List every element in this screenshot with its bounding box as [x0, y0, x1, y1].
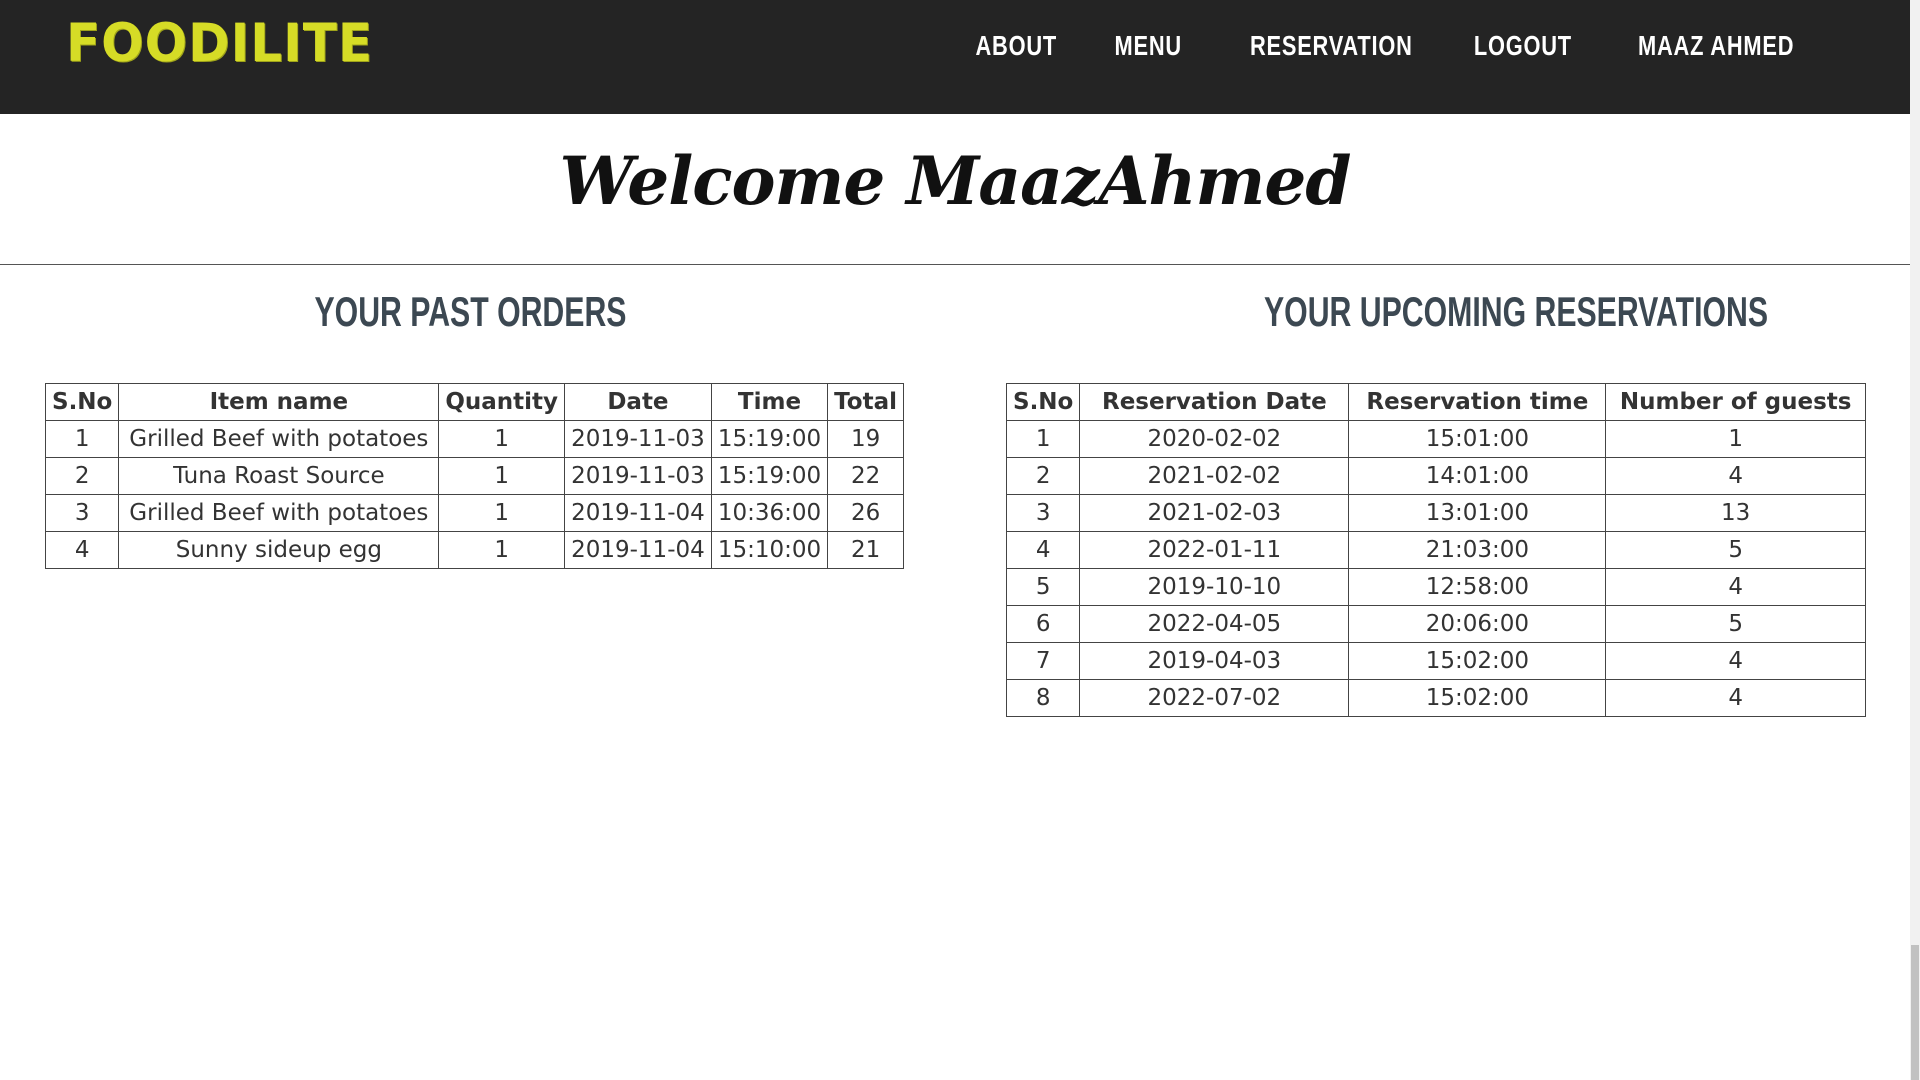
- top-navbar: FOODILITE ABOUT MENU RESERVATION LOGOUT …: [0, 0, 1910, 114]
- column-header: S.No: [44, 383, 120, 421]
- table-cell: 8: [1005, 679, 1081, 717]
- table-cell: 3: [44, 494, 120, 532]
- table-cell: 4: [1005, 531, 1081, 569]
- column-header: Quantity: [438, 383, 566, 421]
- page: FOODILITE ABOUT MENU RESERVATION LOGOUT …: [0, 0, 1920, 1080]
- table-cell: 1: [438, 531, 566, 569]
- table-cell: 15:02:00: [1348, 679, 1607, 717]
- table-cell: 14:01:00: [1348, 457, 1607, 495]
- table-row: 1 2020-02-02 15:01:00 1: [1005, 420, 1866, 458]
- table-cell: 15:10:00: [710, 531, 829, 569]
- nav-menu: ABOUT MENU RESERVATION LOGOUT MAAZ AHMED: [956, 0, 1816, 92]
- table-cell: 2021-02-03: [1079, 494, 1350, 532]
- nav-about-link[interactable]: ABOUT: [976, 30, 1058, 62]
- table-cell: 2020-02-02: [1079, 420, 1350, 458]
- scrollbar-thumb[interactable]: [1911, 945, 1919, 1080]
- column-header: Number of guests: [1605, 383, 1866, 421]
- past-orders-title: YOUR PAST ORDERS: [314, 288, 627, 335]
- table-row: 2 2021-02-02 14:01:00 4: [1005, 457, 1866, 495]
- table-row: 7 2019-04-03 15:02:00 4: [1005, 642, 1866, 680]
- column-header: Time: [710, 383, 829, 421]
- table-cell: 13:01:00: [1348, 494, 1607, 532]
- table-cell: 4: [1605, 642, 1866, 680]
- table-cell: 15:02:00: [1348, 642, 1607, 680]
- table-cell: 6: [1005, 605, 1081, 643]
- vertical-scrollbar[interactable]: [1910, 0, 1920, 1080]
- table-cell: 2019-11-04: [564, 531, 712, 569]
- column-header: S.No: [1005, 383, 1081, 421]
- table-cell: 2019-11-03: [564, 457, 712, 495]
- welcome-heading: Welcome MaazAhmed: [559, 142, 1351, 220]
- table-cell: 2022-01-11: [1079, 531, 1350, 569]
- table-row: 3 Grilled Beef with potatoes 1 2019-11-0…: [44, 494, 904, 532]
- table-cell: Sunny sideup egg: [118, 531, 440, 569]
- table-cell: Grilled Beef with potatoes: [118, 420, 440, 458]
- column-header: Total: [827, 383, 904, 421]
- column-header: Item name: [118, 383, 440, 421]
- table-cell: 4: [1605, 679, 1866, 717]
- past-orders-table: S.No Item name Quantity Date Time Total …: [44, 383, 904, 569]
- table-row: 1 Grilled Beef with potatoes 1 2019-11-0…: [44, 420, 904, 458]
- table-row: 6 2022-04-05 20:06:00 5: [1005, 605, 1866, 643]
- table-row: 5 2019-10-10 12:58:00 4: [1005, 568, 1866, 606]
- column-header: Reservation Date: [1079, 383, 1350, 421]
- table-cell: 1: [1005, 420, 1081, 458]
- table-cell: 5: [1605, 531, 1866, 569]
- table-cell: 20:06:00: [1348, 605, 1607, 643]
- table-header-row: S.No Reservation Date Reservation time N…: [1005, 383, 1866, 421]
- table-cell: 5: [1005, 568, 1081, 606]
- table-cell: 1: [1605, 420, 1866, 458]
- table-cell: 22: [827, 457, 904, 495]
- table-row: 2 Tuna Roast Source 1 2019-11-03 15:19:0…: [44, 457, 904, 495]
- table-cell: 2: [1005, 457, 1081, 495]
- table-cell: 10:36:00: [710, 494, 829, 532]
- column-header: Date: [564, 383, 712, 421]
- table-cell: 1: [438, 494, 566, 532]
- table-cell: 2021-02-02: [1079, 457, 1350, 495]
- table-row: 4 2022-01-11 21:03:00 5: [1005, 531, 1866, 569]
- table-cell: 2019-10-10: [1079, 568, 1350, 606]
- table-cell: 15:19:00: [710, 420, 829, 458]
- nav-logout-link[interactable]: LOGOUT: [1474, 30, 1572, 62]
- table-cell: 1: [44, 420, 120, 458]
- table-cell: 19: [827, 420, 904, 458]
- table-cell: 2019-04-03: [1079, 642, 1350, 680]
- table-cell: 1: [438, 457, 566, 495]
- table-cell: 7: [1005, 642, 1081, 680]
- table-cell: Tuna Roast Source: [118, 457, 440, 495]
- nav-menu-link[interactable]: MENU: [1114, 30, 1181, 62]
- table-row: 8 2022-07-02 15:02:00 4: [1005, 679, 1866, 717]
- table-cell: 21: [827, 531, 904, 569]
- table-cell: 15:01:00: [1348, 420, 1607, 458]
- table-cell: 3: [1005, 494, 1081, 532]
- table-row: 3 2021-02-03 13:01:00 13: [1005, 494, 1866, 532]
- table-cell: 2: [44, 457, 120, 495]
- table-cell: 4: [44, 531, 120, 569]
- table-cell: 2022-04-05: [1079, 605, 1350, 643]
- table-cell: 26: [827, 494, 904, 532]
- table-cell: 4: [1605, 457, 1866, 495]
- table-cell: 2022-07-02: [1079, 679, 1350, 717]
- column-header: Reservation time: [1348, 383, 1607, 421]
- table-cell: 13: [1605, 494, 1866, 532]
- nav-reservation-link[interactable]: RESERVATION: [1250, 30, 1413, 62]
- table-cell: 2019-11-04: [564, 494, 712, 532]
- table-cell: 2019-11-03: [564, 420, 712, 458]
- table-header-row: S.No Item name Quantity Date Time Total: [44, 383, 904, 421]
- table-row: 4 Sunny sideup egg 1 2019-11-04 15:10:00…: [44, 531, 904, 569]
- table-cell: 12:58:00: [1348, 568, 1607, 606]
- table-cell: 4: [1605, 568, 1866, 606]
- reservations-title: YOUR UPCOMING RESERVATIONS: [1264, 288, 1769, 335]
- table-cell: 1: [438, 420, 566, 458]
- table-cell: 5: [1605, 605, 1866, 643]
- reservations-table: S.No Reservation Date Reservation time N…: [1005, 383, 1866, 717]
- table-cell: 15:19:00: [710, 457, 829, 495]
- header-divider: [0, 264, 1910, 265]
- table-cell: Grilled Beef with potatoes: [118, 494, 440, 532]
- nav-user-link[interactable]: MAAZ AHMED: [1638, 30, 1794, 62]
- site-logo[interactable]: FOODILITE: [66, 13, 373, 74]
- table-cell: 21:03:00: [1348, 531, 1607, 569]
